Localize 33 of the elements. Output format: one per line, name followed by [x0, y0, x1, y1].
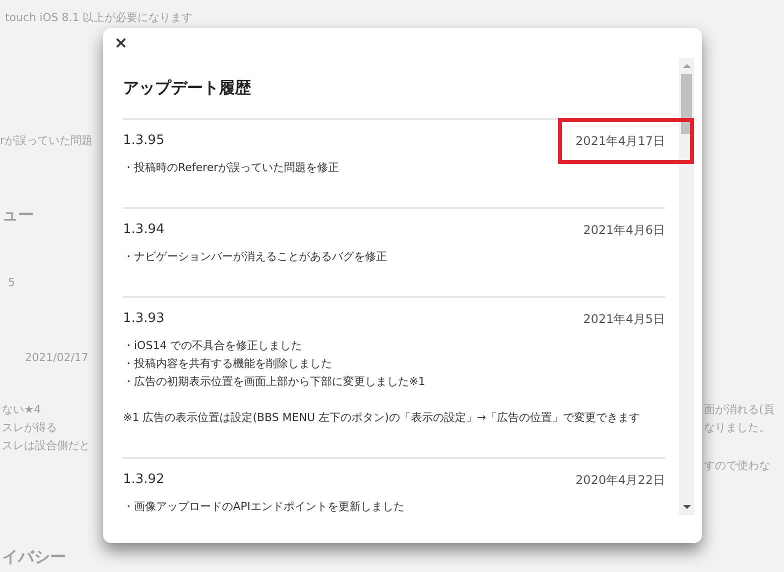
- background-text: ュー: [2, 204, 34, 226]
- close-button[interactable]: ×: [113, 35, 129, 51]
- scrollbar-thumb[interactable]: [681, 74, 692, 134]
- scroll-down-icon[interactable]: [682, 505, 690, 509]
- release-date: 2021年4月5日: [583, 311, 665, 328]
- release-date: 2020年4月22日: [576, 472, 665, 489]
- change-note: ・投稿時のRefererが誤っていた問題を修正: [123, 160, 340, 176]
- background-text: 2021/02/17: [25, 350, 88, 366]
- version-number: 1.3.92: [123, 471, 164, 490]
- change-note: ・iOS14 での不具合を修正しました: [123, 338, 304, 354]
- background-text: 5: [8, 275, 15, 291]
- change-note: ・広告の初期表示位置を画面上部から下部に変更しました※1: [123, 374, 426, 390]
- version-number: 1.3.93: [123, 310, 164, 328]
- background-text: なりました。: [704, 420, 770, 436]
- background-text: rが誤っていた問題: [0, 133, 93, 149]
- change-note: ・画像アップロードのAPIエンドポイントを更新しました: [123, 499, 406, 515]
- background-text: 面が消れる(頁: [704, 402, 774, 418]
- background-text: スレが得る: [2, 420, 57, 436]
- dialog-title: アップデート履歴: [123, 77, 252, 99]
- scrollbar[interactable]: [679, 58, 694, 515]
- version-number: 1.3.95: [123, 132, 164, 150]
- background-text: ない★4: [2, 402, 41, 418]
- background-text: すので使わな: [704, 458, 770, 474]
- background-text: touch iOS 8.1 以上が必要になります: [5, 10, 193, 26]
- change-note: ・投稿内容を共有する機能を削除しました: [123, 356, 333, 372]
- background-text: イバシー: [2, 546, 66, 568]
- release-date: 2021年4月17日: [558, 118, 694, 164]
- version-number: 1.3.94: [123, 221, 164, 240]
- scroll-up-icon[interactable]: [682, 64, 690, 68]
- background-text: スレは設合側だと: [2, 438, 90, 454]
- change-note: ・ナビゲーションバーが消えることがあるバグを修正: [123, 249, 388, 265]
- release-date: 2021年4月6日: [583, 222, 665, 239]
- change-note: ※1 広告の表示位置は設定(BBS MENU 左下のボタン)の「表示の設定」→「広告の位置」で変更できます: [123, 410, 642, 426]
